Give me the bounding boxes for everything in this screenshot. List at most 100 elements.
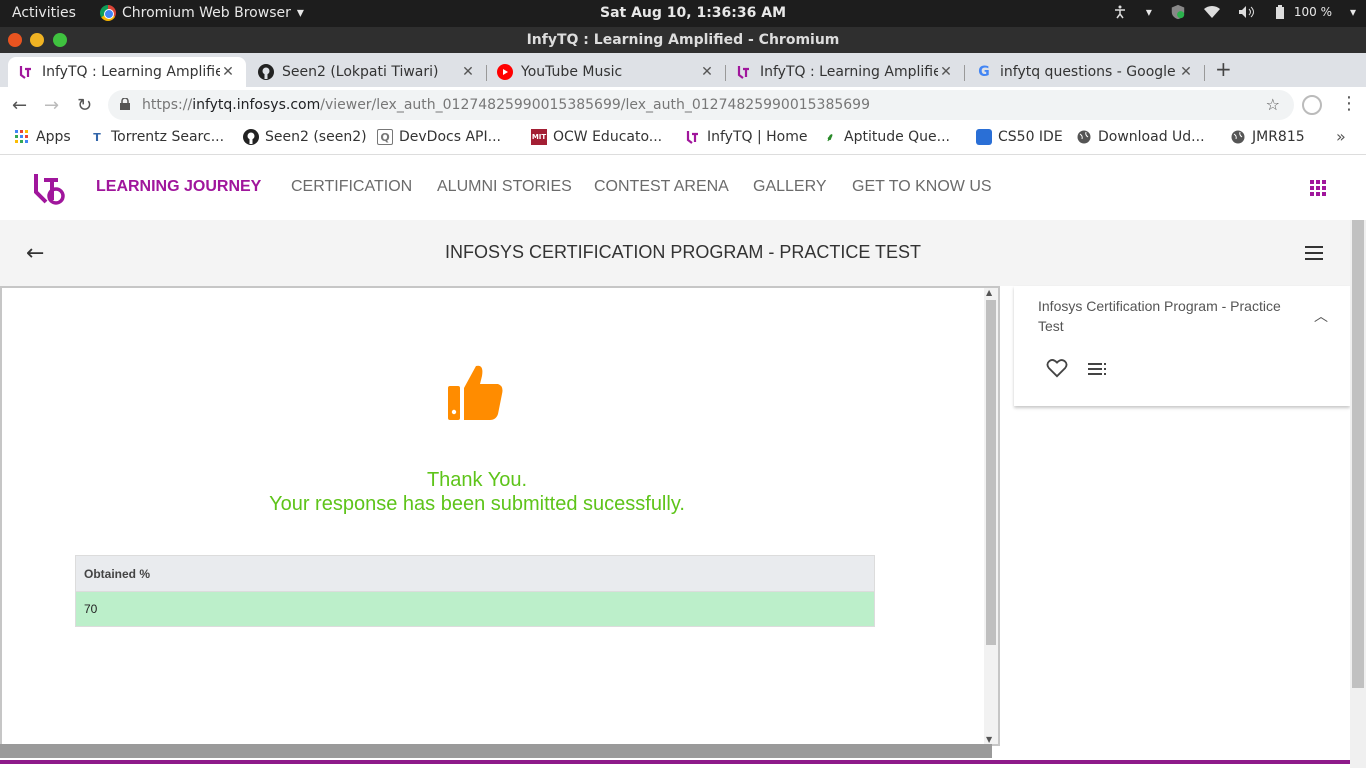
table-row: 70 <box>75 591 875 627</box>
more-menu-icon[interactable]: ⋮ <box>1340 93 1358 114</box>
scroll-up-icon[interactable]: ▲ <box>986 288 992 297</box>
github-icon <box>258 64 274 80</box>
tab-title: InfyTQ : Learning Amplifie <box>42 64 220 80</box>
bookmarks-bar: Apps T Torrentz Searc... Seen2 (seen2) Q… <box>0 123 1366 155</box>
infytq-logo[interactable] <box>30 170 66 206</box>
google-icon: G <box>978 64 990 80</box>
browser-tab[interactable]: YouTube Music ✕ <box>487 57 726 87</box>
profile-avatar[interactable] <box>1302 95 1322 115</box>
close-icon[interactable]: ✕ <box>1178 64 1194 80</box>
reload-icon[interactable]: ↻ <box>77 95 92 116</box>
browser-toolbar: ← → ↻ https://infytq.infosys.com/viewer/… <box>0 87 1366 123</box>
column-header: Obtained % <box>75 555 875 592</box>
nav-get-to-know-us[interactable]: GET TO KNOW US <box>852 178 992 196</box>
close-icon[interactable]: ✕ <box>220 64 236 80</box>
chevron-up-icon[interactable]: ︿ <box>1314 306 1328 326</box>
apps-grid-icon[interactable] <box>1310 180 1326 196</box>
table-header-row: Obtained % <box>75 555 875 592</box>
bookmark-label: Aptitude Que... <box>844 129 951 145</box>
thumbs-up-icon <box>446 362 506 422</box>
result-table: Obtained % 70 <box>75 555 875 627</box>
bookmark-item[interactable]: Download Ud... <box>1076 129 1205 145</box>
youtube-music-icon <box>497 64 513 80</box>
close-icon[interactable]: ✕ <box>938 64 954 80</box>
battery-icon[interactable] <box>1272 4 1288 20</box>
tab-strip: InfyTQ : Learning Amplifie ✕ Seen2 (Lokp… <box>0 53 1366 87</box>
nav-contest-arena[interactable]: CONTEST ARENA <box>594 178 729 196</box>
bookmark-star-icon[interactable]: ☆ <box>1266 90 1280 120</box>
browser-tab[interactable]: Seen2 (Lokpati Tiwari) ✕ <box>248 57 487 87</box>
back-icon[interactable]: ← <box>12 95 27 116</box>
volume-icon[interactable] <box>1238 4 1254 20</box>
scroll-down-icon[interactable]: ▼ <box>986 735 992 744</box>
system-tray[interactable]: ▾ 100 % ▾ <box>1112 4 1356 20</box>
bookmark-label: CS50 IDE <box>998 129 1063 145</box>
bookmark-label: DevDocs API... <box>399 129 501 145</box>
page-scrollbar[interactable] <box>1350 220 1366 768</box>
apps-grid-icon <box>14 129 30 145</box>
side-panel-title[interactable]: Infosys Certification Program - Practice… <box>1038 296 1308 336</box>
bookmark-item[interactable]: ⸙ Aptitude Que... <box>822 129 950 145</box>
browser-tab[interactable]: G infytq questions - Google ✕ <box>966 57 1205 87</box>
tab-title: InfyTQ : Learning Amplifie <box>760 64 938 80</box>
playlist-icon[interactable] <box>1088 362 1108 376</box>
tab-title: YouTube Music <box>521 64 623 80</box>
browser-tab[interactable]: InfyTQ : Learning Amplifie ✕ <box>726 57 965 87</box>
minimize-window-button[interactable] <box>30 33 44 47</box>
clock[interactable]: Sat Aug 10, 1:36:36 AM <box>600 5 786 21</box>
menu-icon[interactable] <box>1305 246 1323 260</box>
infytq-icon <box>736 64 752 80</box>
bookmark-item[interactable]: Seen2 (seen2) <box>243 129 367 145</box>
bookmark-label: InfyTQ | Home <box>707 129 808 145</box>
chevron-down-icon: ▾ <box>1349 5 1356 19</box>
bookmark-label: Torrentz Searc... <box>111 129 225 145</box>
close-icon[interactable]: ✕ <box>460 64 476 80</box>
nav-alumni-stories[interactable]: ALUMNI STORIES <box>437 178 572 196</box>
maximize-window-button[interactable] <box>53 33 67 47</box>
aptitude-icon: ⸙ <box>825 130 835 144</box>
app-menu[interactable]: Chromium Web Browser ▾ <box>100 5 304 21</box>
battery-percent: 100 % <box>1293 5 1332 19</box>
close-icon[interactable]: ✕ <box>699 64 715 80</box>
github-icon <box>243 129 259 145</box>
bookmark-item[interactable]: Apps <box>14 129 71 145</box>
thanks-line: Thank You. <box>426 469 528 491</box>
scrollbar-thumb[interactable] <box>1352 220 1364 688</box>
heart-icon[interactable] <box>1046 358 1068 378</box>
browser-tab[interactable]: InfyTQ : Learning Amplifie ✕ <box>8 57 246 87</box>
close-window-button[interactable] <box>8 33 22 47</box>
address-bar[interactable]: https://infytq.infosys.com/viewer/lex_au… <box>108 90 1294 120</box>
accessibility-icon[interactable] <box>1112 4 1128 20</box>
app-menu-label: Chromium Web Browser <box>122 5 291 21</box>
bookmark-item[interactable]: InfyTQ | Home <box>685 129 808 145</box>
bookmark-label: OCW Educato... <box>553 129 663 145</box>
infytq-icon <box>18 64 34 80</box>
window-title: InfyTQ : Learning Amplified - Chromium <box>526 32 840 48</box>
footer-accent-line <box>0 760 1350 764</box>
submission-message: Thank You. Your response has been submit… <box>2 468 952 516</box>
content-scrollbar[interactable]: ▲ ▼ <box>984 288 998 744</box>
chevron-down-icon: ▾ <box>1145 5 1152 19</box>
bookmarks-overflow-icon[interactable]: » <box>1336 127 1346 146</box>
activities-button[interactable]: Activities <box>12 5 76 21</box>
bookmark-item[interactable]: JMR815 <box>1230 129 1305 145</box>
bookmark-label: Apps <box>36 129 71 145</box>
scrollbar-thumb[interactable] <box>986 300 996 645</box>
nav-certification[interactable]: CERTIFICATION <box>291 178 412 196</box>
infytq-icon <box>685 129 701 145</box>
bookmark-item[interactable]: CS50 IDE <box>976 129 1063 145</box>
nav-learning-journey[interactable]: LEARNING JOURNEY <box>96 178 261 196</box>
bookmark-label: Download Ud... <box>1098 129 1205 145</box>
bookmark-label: JMR815 <box>1252 129 1305 145</box>
forward-icon[interactable]: → <box>44 95 59 116</box>
bookmark-item[interactable]: T Torrentz Searc... <box>89 129 224 145</box>
nav-gallery[interactable]: GALLERY <box>753 178 827 196</box>
obtained-percent-value: 70 <box>75 591 875 627</box>
shield-icon[interactable] <box>1170 4 1186 20</box>
wifi-icon[interactable] <box>1203 4 1220 20</box>
bookmark-item[interactable]: Q DevDocs API... <box>377 129 501 145</box>
bookmark-item[interactable]: MIT OCW Educato... <box>531 129 662 145</box>
new-tab-button[interactable]: + <box>1215 57 1232 81</box>
chevron-down-icon: ▾ <box>296 5 304 21</box>
globe-icon <box>1076 129 1092 145</box>
